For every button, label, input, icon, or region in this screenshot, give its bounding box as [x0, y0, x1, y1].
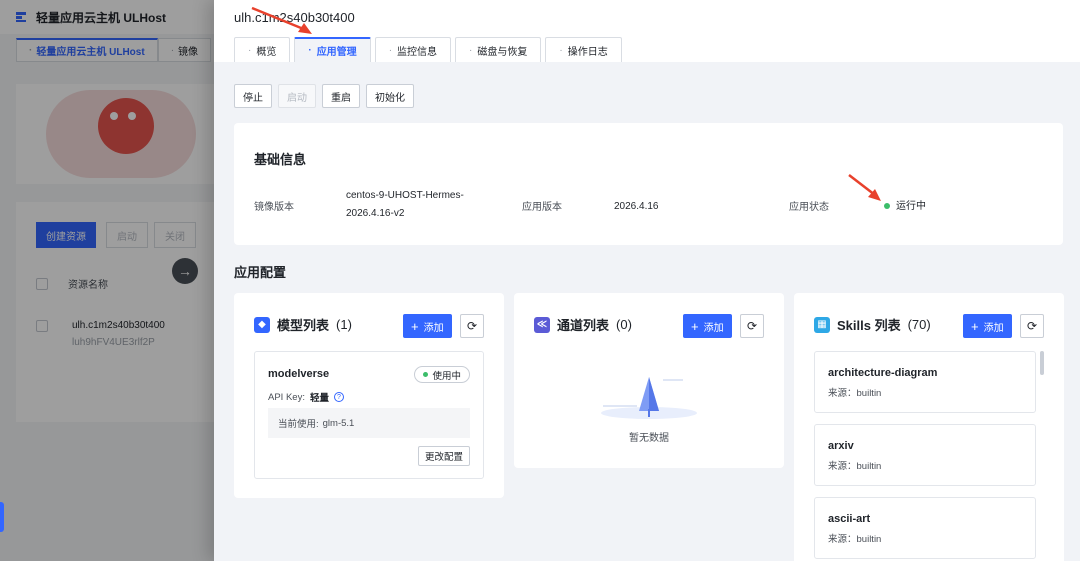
kv-value: 2026.4.16: [614, 201, 659, 212]
kv-label: 镜像版本: [254, 202, 294, 213]
tab-monitoring[interactable]: · 监控信息: [374, 37, 452, 62]
tab-label: 监控信息: [397, 46, 438, 58]
skill-name: arxiv: [828, 440, 854, 452]
kv-label: 应用状态: [789, 202, 829, 213]
kv-label: 应用版本: [522, 202, 562, 213]
refresh-channels-icon[interactable]: ⟳: [740, 314, 764, 338]
basic-info-title: 基础信息: [254, 152, 307, 167]
skill-source: 来源：builtin: [828, 531, 1022, 545]
in-use-badge: 使用中: [414, 366, 470, 383]
channel-icon: ≪: [534, 316, 550, 333]
source-value: builtin: [856, 461, 882, 472]
basic-info-card: 基础信息 镜像版本 centos-9-UHOST-Hermes- 2026.4.…: [234, 123, 1063, 245]
plus-icon: +: [971, 318, 979, 334]
empty-illustration: [514, 373, 784, 424]
model-list-panel: ◆ 模型列表 (1) + 添加 ⟳ modelverse 使用中 API Key:…: [234, 293, 504, 498]
status-text: 运行中: [896, 201, 926, 212]
badge-text: 使用中: [432, 370, 461, 382]
add-label: 添加: [423, 322, 444, 334]
cube-icon: ◆: [254, 316, 270, 333]
skill-source: 来源：builtin: [828, 385, 1022, 399]
list-item[interactable]: arxiv 来源：builtin: [814, 424, 1036, 486]
api-key-value: 轻量: [309, 393, 329, 404]
refresh-models-icon[interactable]: ⟳: [460, 314, 484, 338]
drawer-tabs: · 概览 · 应用管理 · 监控信息 · 磁盘与恢复 · 操作日志: [234, 37, 622, 62]
tab-disk-recovery[interactable]: · 磁盘与恢复: [455, 37, 542, 62]
model-list-header: ◆ 模型列表 (1): [254, 315, 352, 334]
app-config-title: 应用配置: [234, 265, 287, 280]
source-label: 来源：: [828, 388, 857, 399]
image-version-line1: centos-9-UHOST-Hermes-: [346, 190, 464, 201]
skill-name: ascii-art: [828, 513, 871, 525]
source-label: 来源：: [828, 461, 857, 472]
tab-overview[interactable]: · 概览: [234, 37, 291, 62]
tab-app-management[interactable]: · 应用管理: [294, 37, 371, 62]
add-model-button[interactable]: + 添加: [403, 314, 452, 338]
add-channel-button[interactable]: + 添加: [683, 314, 732, 338]
list-item[interactable]: architecture-diagram 来源：builtin: [814, 351, 1036, 413]
image-version-value: centos-9-UHOST-Hermes- 2026.4.16-v2: [346, 187, 464, 223]
current-model-label: 当前使用:: [278, 419, 319, 430]
drawer-title: ulh.c1m2s40b30t400: [234, 10, 355, 25]
initialize-button[interactable]: 初始化: [366, 84, 414, 108]
plus-icon: +: [411, 318, 419, 334]
app-version-label: 应用版本: [522, 198, 562, 213]
add-skill-button[interactable]: + 添加: [963, 314, 1012, 338]
source-value: builtin: [856, 534, 882, 545]
app-status-label: 应用状态: [789, 198, 829, 213]
tab-operation-log[interactable]: · 操作日志: [545, 37, 622, 62]
tab-label: 操作日志: [567, 46, 608, 58]
restart-button[interactable]: 重启: [322, 84, 360, 108]
model-list-title: 模型列表: [277, 318, 330, 333]
image-version-label: 镜像版本: [254, 198, 294, 213]
skills-list-title: Skills 列表: [837, 318, 901, 333]
channel-list-header: ≪ 通道列表 (0): [534, 315, 632, 334]
start-button[interactable]: 启动: [278, 84, 316, 108]
source-label: 来源：: [828, 534, 857, 545]
current-model-value: glm-5.1: [322, 417, 355, 429]
skills-list-count: (70): [907, 317, 931, 332]
api-key-row: API Key: 轻量 ?: [268, 390, 344, 404]
source-value: builtin: [856, 388, 882, 399]
current-model-row: 当前使用: glm-5.1: [268, 408, 470, 438]
plus-icon: +: [691, 318, 699, 334]
drawer-header: ulh.c1m2s40b30t400 · 概览 · 应用管理 · 监控信息 · 磁盘与恢…: [214, 0, 1080, 62]
help-icon[interactable]: ?: [333, 392, 344, 402]
channel-list-count: (0): [616, 317, 632, 332]
skills-list-panel: ▦ Skills 列表 (70) + 添加 ⟳ architecture-diag…: [794, 293, 1064, 561]
tab-label: 应用管理: [316, 47, 357, 58]
stop-button[interactable]: 停止: [234, 84, 272, 108]
change-config-button[interactable]: 更改配置: [417, 446, 470, 466]
model-list-count: (1): [336, 317, 352, 332]
model-card: modelverse 使用中 API Key: 轻量 ? 当前使用: glm-5…: [254, 351, 484, 479]
api-key-label: API Key:: [268, 391, 305, 403]
refresh-skills-icon[interactable]: ⟳: [1020, 314, 1044, 338]
list-item[interactable]: ascii-art 来源：builtin: [814, 497, 1036, 559]
app-version-value: 2026.4.16: [614, 198, 659, 216]
channel-list-panel: ≪ 通道列表 (0) + 添加 ⟳ 暂无数据: [514, 293, 784, 468]
side-edge-tab[interactable]: [0, 502, 4, 532]
scrollbar[interactable]: [1040, 351, 1044, 375]
image-version-line2: 2026.4.16-v2: [346, 208, 405, 219]
skills-list-header: ▦ Skills 列表 (70): [814, 315, 931, 334]
app-status-value: 运行中: [884, 198, 926, 216]
grid-icon: ▦: [814, 316, 830, 333]
skill-name: architecture-diagram: [828, 367, 938, 379]
add-label: 添加: [703, 322, 724, 334]
detail-drawer: ulh.c1m2s40b30t400 · 概览 · 应用管理 · 监控信息 · 磁盘与恢…: [214, 0, 1080, 561]
empty-text: 暂无数据: [629, 433, 669, 444]
status-dot-icon: [423, 372, 429, 377]
skills-scroll-area[interactable]: architecture-diagram 来源：builtin arxiv 来源…: [814, 351, 1044, 561]
action-toolbar: 停止 启动 重启 初始化: [234, 84, 414, 108]
add-label: 添加: [983, 322, 1004, 334]
status-dot-icon: [884, 203, 890, 210]
skill-source: 来源：builtin: [828, 458, 1022, 472]
tab-label: 磁盘与恢复: [477, 46, 528, 58]
channel-list-title: 通道列表: [557, 318, 610, 333]
tab-label: 概览: [256, 46, 277, 58]
modal-overlay[interactable]: [0, 0, 214, 561]
empty-box-icon: [601, 377, 697, 419]
model-name: modelverse: [268, 368, 330, 380]
